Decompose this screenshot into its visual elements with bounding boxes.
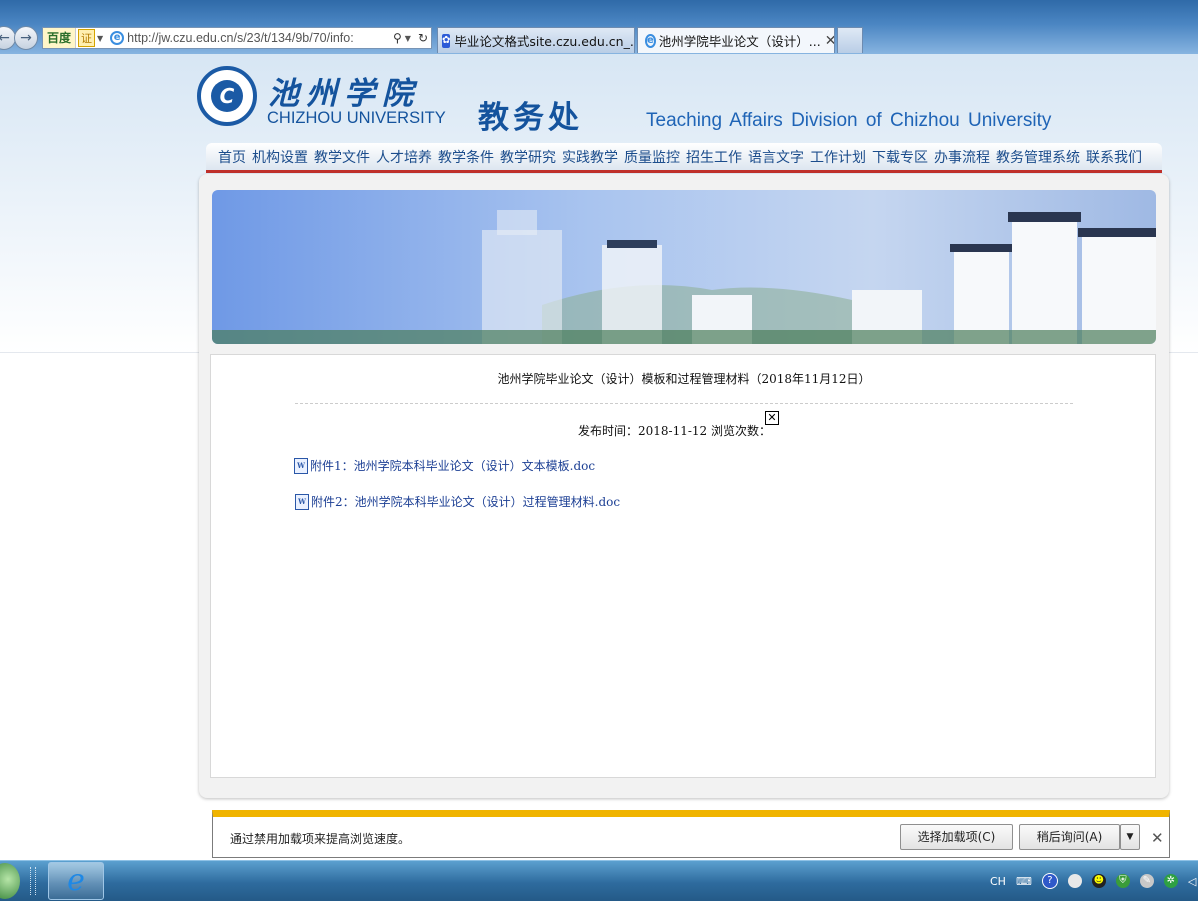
university-name-en: CHIZHOU UNIVERSITY (267, 109, 446, 127)
department-name-en: Teaching Affairs Division of Chizhou Uni… (646, 110, 1052, 131)
nav-item-procedures[interactable]: 办事流程 (934, 147, 990, 167)
qq-penguin-icon[interactable]: ☻ (1091, 874, 1106, 888)
broken-image-icon: ✕ (765, 411, 779, 425)
new-tab-button[interactable] (837, 27, 863, 53)
campus-banner-image (212, 190, 1156, 344)
chevron-down-icon[interactable]: ▼ (1120, 824, 1140, 850)
ie-icon: e (67, 863, 85, 898)
campus-buildings-illustration (212, 210, 1156, 344)
web-page: C 池州学院 CHIZHOU UNIVERSITY 教务处 Teaching A… (0, 54, 1198, 838)
certificate-icon[interactable]: 证 (78, 29, 96, 47)
attachment-link-2[interactable]: W 附件2：池州学院本科毕业论文（设计）过程管理材料.doc (295, 493, 620, 510)
choose-addons-button[interactable]: 选择加载项(C) (900, 824, 1013, 850)
nav-item-teaching-research[interactable]: 教学研究 (500, 147, 556, 167)
search-icon[interactable]: ⚲ (393, 31, 402, 45)
attachment-link-1[interactable]: W 附件1：池州学院本科毕业论文（设计）文本模板.doc (294, 457, 595, 474)
word-doc-icon: W (295, 493, 309, 510)
url-text[interactable]: http://jw.czu.edu.cn/s/23/t/134/9b/70/in… (127, 31, 390, 45)
nav-item-home[interactable]: 首页 (218, 147, 246, 167)
nav-item-quality-monitoring[interactable]: 质量监控 (624, 147, 680, 167)
university-logo[interactable]: C (197, 66, 257, 126)
tab-thesis-format[interactable]: ✿ 毕业论文格式site.czu.edu.cn_... (437, 27, 635, 53)
network-icon[interactable]: ✲ (1163, 874, 1178, 888)
notification-message: 通过禁用加载项来提高浏览速度。 (230, 832, 411, 846)
nav-item-teaching-conditions[interactable]: 教学条件 (438, 147, 494, 167)
address-bar[interactable]: 百度 证 ▼ e http://jw.czu.edu.cn/s/23/t/134… (42, 27, 432, 49)
content-shell: 池州学院毕业论文（设计）模板和过程管理材料（2018年11月12日） 发布时间：… (199, 174, 1169, 798)
close-icon[interactable]: ✕ (1151, 829, 1164, 847)
start-button[interactable] (0, 863, 20, 899)
nav-item-downloads[interactable]: 下载专区 (872, 147, 928, 167)
pencil-icon[interactable]: ✎ (1139, 874, 1154, 888)
divider (295, 403, 1073, 404)
forward-button[interactable]: → (14, 26, 38, 50)
paw-icon: ✿ (442, 33, 451, 48)
nav-item-teaching-documents[interactable]: 教学文件 (314, 147, 370, 167)
shield-icon[interactable]: ⛨ (1115, 874, 1130, 888)
chevron-down-icon[interactable]: ▼ (405, 34, 411, 43)
department-name-cn: 教务处 (478, 100, 583, 136)
nav-item-academic-system[interactable]: 教务管理系统 (996, 147, 1080, 167)
taskbar-grip[interactable] (30, 867, 36, 895)
close-tab-icon[interactable]: ✕ (821, 33, 834, 49)
article-title: 池州学院毕业论文（设计）模板和过程管理材料（2018年11月12日） (497, 372, 871, 386)
system-tray: CH ⌨ ? ☻ ⛨ ✎ ✲ ◁ (985, 861, 1198, 901)
article-meta: 发布时间：2018-11-12 浏览次数： (578, 424, 772, 438)
search-provider-label[interactable]: 百度 (43, 28, 77, 48)
ask-later-button[interactable]: 稍后询问(A) (1019, 824, 1120, 850)
refresh-icon[interactable]: ↻ (418, 31, 428, 45)
taskbar: e CH ⌨ ? ☻ ⛨ ✎ ✲ ◁ (0, 860, 1198, 901)
ie-page-icon: e (110, 31, 125, 45)
logo-mark: C (211, 80, 243, 112)
nav-item-admissions[interactable]: 招生工作 (686, 147, 742, 167)
speaker-icon[interactable]: ◁ (1188, 875, 1196, 888)
attachment-label[interactable]: 附件1：池州学院本科毕业论文（设计）文本模板.doc (310, 457, 595, 474)
addon-notification-bar: 通过禁用加载项来提高浏览速度。 选择加载项(C) 稍后询问(A) ▼ ✕ (212, 810, 1170, 858)
article-panel: 池州学院毕业论文（设计）模板和过程管理材料（2018年11月12日） 发布时间：… (210, 354, 1156, 778)
ime-icon[interactable] (1067, 874, 1082, 888)
nav-item-practical-teaching[interactable]: 实践教学 (562, 147, 618, 167)
nav-item-work-plan[interactable]: 工作计划 (810, 147, 866, 167)
attachment-label[interactable]: 附件2：池州学院本科毕业论文（设计）过程管理材料.doc (311, 493, 620, 510)
university-name-cn: 池州学院 (268, 76, 420, 112)
nav-item-contact[interactable]: 联系我们 (1086, 147, 1142, 167)
ie-taskbar-button[interactable]: e (48, 862, 104, 900)
browser-chrome: ← → 百度 证 ▼ e http://jw.czu.edu.cn/s/23/t… (0, 0, 1198, 54)
tab-title: 毕业论文格式site.czu.edu.cn_... (454, 34, 635, 49)
nav-item-talent-cultivation[interactable]: 人才培养 (376, 147, 432, 167)
keyboard-icon[interactable]: ⌨ (1016, 875, 1032, 888)
ie-icon: e (645, 33, 656, 48)
language-indicator[interactable]: CH (990, 875, 1006, 888)
main-nav: 首页 机构设置 教学文件 人才培养 教学条件 教学研究 实践教学 质量监控 招生… (206, 143, 1162, 173)
tab-current-page[interactable]: e 池州学院毕业论文（设计）... ✕ (637, 27, 835, 53)
nav-item-language[interactable]: 语言文字 (748, 147, 804, 167)
tab-title: 池州学院毕业论文（设计）... (658, 34, 821, 49)
help-icon[interactable]: ? (1041, 873, 1058, 889)
nav-item-organization[interactable]: 机构设置 (252, 147, 308, 167)
chevron-down-icon[interactable]: ▼ (97, 34, 103, 43)
word-doc-icon: W (294, 457, 308, 474)
